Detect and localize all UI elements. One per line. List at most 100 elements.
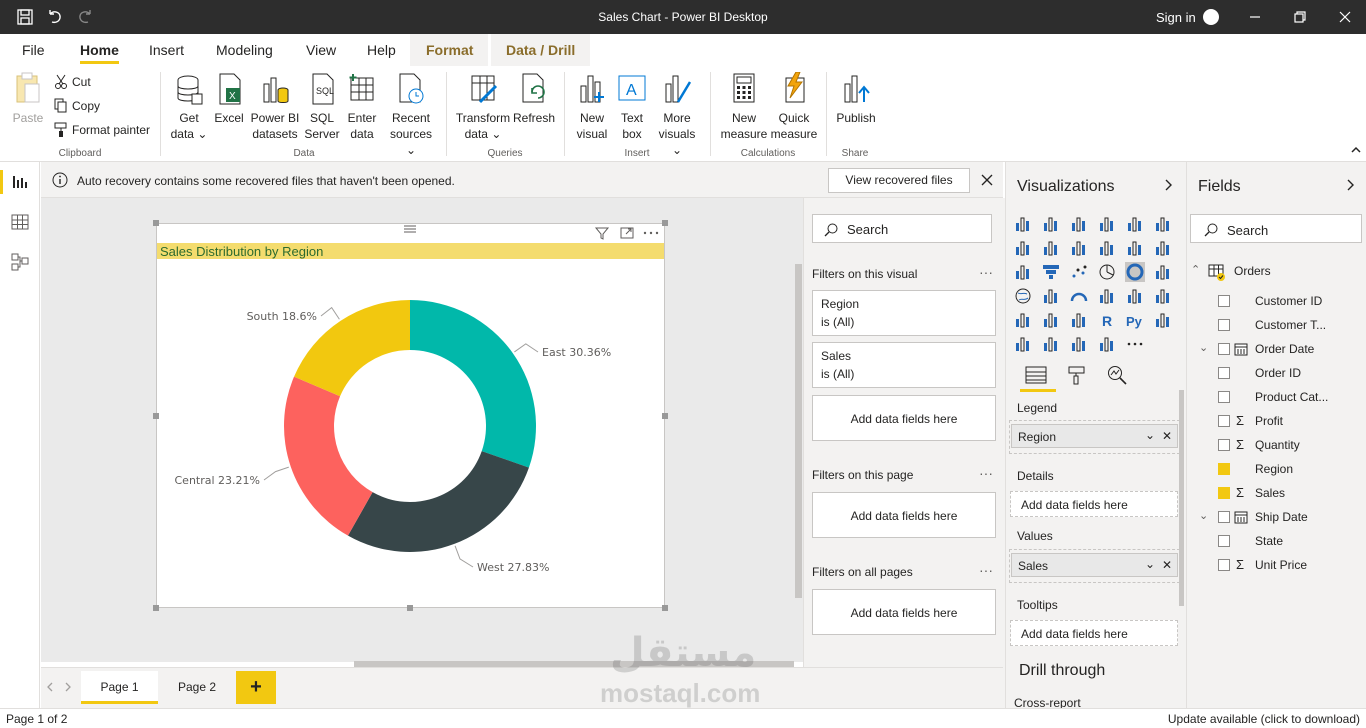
chevron-down-icon[interactable]: ⌄ [1145, 557, 1155, 571]
filled-map-visual-icon[interactable] [1041, 286, 1061, 306]
fields-well-icon[interactable] [1023, 364, 1049, 386]
report-view-icon[interactable] [10, 172, 30, 192]
data-view-icon[interactable] [10, 212, 30, 232]
donut-slice-west[interactable] [347, 451, 529, 552]
chevron-down-icon[interactable]: ⌄ [1145, 428, 1155, 442]
excel-button[interactable]: X Excel [212, 72, 246, 126]
field-item[interactable]: Region [1186, 457, 1366, 481]
matrix-visual-icon[interactable] [1069, 310, 1089, 330]
donut-visual-icon[interactable] [1125, 262, 1145, 282]
field-checkbox[interactable] [1218, 487, 1230, 499]
field-item[interactable]: Σ Unit Price [1186, 553, 1366, 577]
canvas-vertical-scrollbar[interactable] [795, 264, 802, 598]
r-visual-visual-icon[interactable]: R [1097, 310, 1117, 330]
page-tab-2[interactable]: Page 2 [160, 671, 234, 704]
add-page-button[interactable]: + [236, 671, 276, 704]
restore-icon[interactable] [1289, 6, 1311, 28]
field-item[interactable]: Σ Profit [1186, 409, 1366, 433]
stacked-bar-visual-icon[interactable] [1013, 214, 1033, 234]
transform-data-button[interactable]: Transform data ⌄ [454, 72, 512, 142]
field-item[interactable]: Σ Quantity [1186, 433, 1366, 457]
analytics-icon[interactable] [1106, 364, 1128, 386]
page-tab-1[interactable]: Page 1 [81, 671, 158, 704]
smart-narrative-visual-icon[interactable] [1069, 334, 1089, 354]
model-view-icon[interactable] [10, 252, 30, 272]
tab-view[interactable]: View [306, 42, 336, 58]
sql-server-button[interactable]: SQL SQL Server [304, 72, 340, 142]
get-data-button[interactable]: Get data ⌄ [168, 72, 210, 142]
chevron-down-icon[interactable]: ⌄ [1199, 509, 1208, 522]
view-recovered-files-button[interactable]: View recovered files [828, 168, 970, 193]
gauge-visual-icon[interactable] [1069, 286, 1089, 306]
more-visual-icon[interactable] [1125, 334, 1145, 354]
field-item[interactable]: Order ID [1186, 361, 1366, 385]
multi-row-card-visual-icon[interactable] [1125, 286, 1145, 306]
tab-file[interactable]: File [22, 42, 45, 58]
publish-button[interactable]: Publish [834, 72, 878, 126]
field-checkbox[interactable] [1218, 367, 1230, 379]
copy-button[interactable]: Copy [54, 98, 144, 116]
field-checkbox[interactable] [1218, 319, 1230, 331]
key-influencers-visual-icon[interactable] [1153, 310, 1173, 330]
focus-mode-icon[interactable] [619, 225, 635, 241]
filter-drop-zone-all[interactable]: Add data fields here [812, 589, 996, 635]
field-checkbox[interactable] [1218, 439, 1230, 451]
filters-search-input[interactable]: Search [812, 214, 992, 243]
field-checkbox[interactable] [1218, 463, 1230, 475]
line-visual-icon[interactable] [1013, 238, 1033, 258]
filter-drop-zone-page[interactable]: Add data fields here [812, 492, 996, 538]
minimize-icon[interactable] [1244, 6, 1266, 28]
scatter-visual-icon[interactable] [1069, 262, 1089, 282]
refresh-button[interactable]: Refresh [512, 72, 556, 126]
filter-card-sales[interactable]: Sales is (All) [812, 342, 996, 388]
close-window-icon[interactable] [1334, 6, 1356, 28]
more-visuals-button[interactable]: More visuals ⌄ [652, 72, 702, 158]
qa-visual-icon[interactable] [1041, 334, 1061, 354]
field-checkbox[interactable] [1218, 343, 1230, 355]
paste-button[interactable]: Paste [10, 72, 46, 126]
filter-card-region[interactable]: Region is (All) [812, 290, 996, 336]
filters-visual-more-icon[interactable]: ··· [979, 264, 993, 280]
field-checkbox[interactable] [1218, 535, 1230, 547]
chevron-down-icon[interactable]: ⌄ [1199, 341, 1208, 354]
filter-icon[interactable] [594, 225, 610, 241]
filter-drop-zone-visual[interactable]: Add data fields here [812, 395, 996, 441]
recent-sources-button[interactable]: Recent sources ⌄ [384, 72, 438, 158]
update-available-link[interactable]: Update available (click to download) [1168, 712, 1360, 726]
filters-page-more-icon[interactable]: ··· [979, 465, 993, 481]
field-checkbox[interactable] [1218, 415, 1230, 427]
stacked-area-visual-icon[interactable] [1069, 238, 1089, 258]
clustered-bar-visual-icon[interactable] [1069, 214, 1089, 234]
field-checkbox[interactable] [1218, 295, 1230, 307]
python-visual-visual-icon[interactable]: Py [1125, 310, 1145, 330]
resize-handle[interactable] [662, 220, 668, 226]
more-options-icon[interactable] [642, 225, 660, 241]
arcgis-visual-icon[interactable] [1097, 334, 1117, 354]
paint-roller-icon[interactable] [1066, 364, 1088, 386]
filters-all-more-icon[interactable]: ··· [979, 562, 993, 578]
ribbon-visual-icon[interactable] [1153, 238, 1173, 258]
page-scroll-arrows-icon[interactable] [44, 681, 74, 693]
account-avatar[interactable] [1203, 9, 1219, 25]
100-bar-visual-icon[interactable] [1125, 214, 1145, 234]
map-visual-icon[interactable] [1013, 286, 1033, 306]
clustered-column-visual-icon[interactable] [1097, 214, 1117, 234]
field-checkbox[interactable] [1218, 559, 1230, 571]
cut-button[interactable]: Cut [54, 74, 144, 92]
details-well[interactable]: Add data fields here [1010, 491, 1178, 517]
line-clustered-visual-icon[interactable] [1125, 238, 1145, 258]
100-column-visual-icon[interactable] [1153, 214, 1173, 234]
table-orders[interactable]: ⌃ Orders [1186, 259, 1366, 283]
table-visual-icon[interactable] [1041, 310, 1061, 330]
tab-format[interactable]: Format [410, 34, 488, 66]
field-item[interactable]: Customer T... [1186, 313, 1366, 337]
donut-slice-central[interactable] [284, 376, 373, 536]
decomposition-tree-visual-icon[interactable] [1013, 334, 1033, 354]
tooltips-well[interactable]: Add data fields here [1010, 620, 1178, 646]
fields-search-input[interactable]: Search [1190, 214, 1362, 243]
chevron-right-icon[interactable] [1162, 178, 1174, 192]
sign-in-link[interactable]: Sign in [1156, 10, 1196, 25]
tab-help[interactable]: Help [367, 42, 396, 58]
area-visual-icon[interactable] [1041, 238, 1061, 258]
power-bi-datasets-button[interactable]: Power BI datasets [250, 72, 300, 142]
